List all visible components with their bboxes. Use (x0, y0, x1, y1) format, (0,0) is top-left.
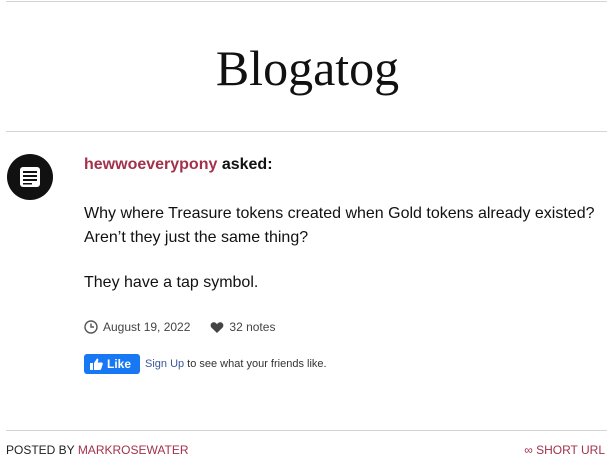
short-url-link[interactable]: ∞ SHORT URL (524, 442, 605, 458)
footer-divider (6, 430, 607, 431)
post-date: August 19, 2022 (103, 320, 191, 334)
header-divider (6, 131, 607, 132)
notes-link[interactable]: 32 notes (210, 320, 275, 334)
posted-by-label: POSTED BY (6, 443, 75, 457)
heart-icon (211, 321, 224, 333)
notes-count: 32 notes (229, 320, 276, 334)
posted-by: POSTED BY MARKROSEWATER (6, 442, 188, 458)
asker-name-link[interactable]: hewwoeverypony (84, 156, 217, 173)
asker-line: hewwoeverypony asked: (84, 154, 604, 176)
post: hewwoeverypony asked: Why where Treasure… (84, 154, 604, 374)
question-text: Why where Treasure tokens created when G… (84, 205, 595, 246)
post-meta: August 19, 2022 32 notes (84, 319, 604, 335)
ask-list-icon (20, 167, 40, 187)
clock-icon (84, 320, 98, 334)
asked-label: asked: (221, 156, 273, 173)
top-divider (6, 1, 607, 2)
facebook-like-label: Like (107, 357, 132, 371)
answer-text: They have a tap symbol. (84, 274, 259, 291)
asker-avatar[interactable] (7, 154, 53, 200)
facebook-like-widget: Like Sign Up to see what your friends li… (84, 354, 604, 374)
author-link[interactable]: MARKROSEWATER (78, 443, 189, 457)
blog-title[interactable]: Blogatog (0, 38, 615, 98)
post-date-link[interactable]: August 19, 2022 (84, 320, 190, 334)
facebook-like-button[interactable]: Like (84, 354, 141, 374)
facebook-signup-link[interactable]: Sign Up (145, 358, 184, 370)
thumbs-up-icon (90, 358, 103, 370)
post-footer: POSTED BY MARKROSEWATER ∞ SHORT URL (6, 442, 605, 458)
facebook-signup-text: to see what your friends like. (187, 358, 327, 370)
